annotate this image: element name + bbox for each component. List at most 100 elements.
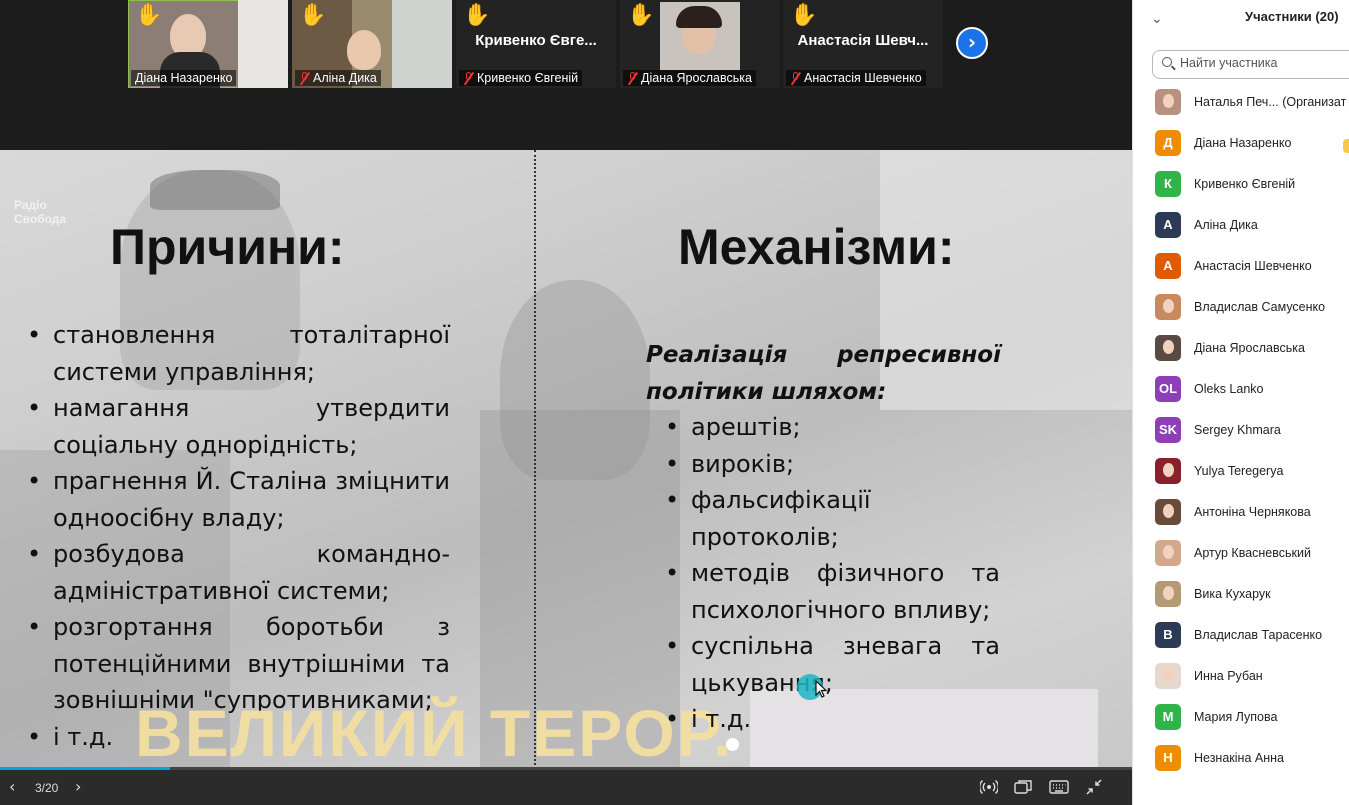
chevron-right-icon[interactable]: › — [956, 27, 988, 59]
avatar-initials: М — [1155, 704, 1181, 730]
watermark: Радіо Свобода — [14, 198, 67, 226]
participant-row[interactable]: В Владислав Тарасенко — [1133, 615, 1349, 656]
avatar-face — [1163, 299, 1174, 313]
participant-row[interactable]: Вика Кухарук — [1133, 574, 1349, 615]
slide-dot — [726, 738, 739, 751]
mic-muted-icon — [463, 71, 474, 85]
window-icon[interactable] — [1014, 779, 1032, 798]
video-background — [392, 0, 452, 88]
participant-name: Кривенко Євге... — [475, 32, 597, 49]
avatar-initials: SK — [1155, 417, 1181, 443]
participant-row[interactable]: Н Незнакіна Анна — [1133, 738, 1349, 779]
video-tile-4[interactable]: ✋ Анастасія Шевч... Анастасія Шевченко — [783, 0, 943, 88]
participant-row[interactable]: А Аліна Дика — [1133, 205, 1349, 246]
broadcast-icon[interactable] — [979, 779, 999, 798]
avatar-face — [1163, 504, 1174, 518]
avatar-initials: Н — [1155, 745, 1181, 771]
left-heading: Причини: — [110, 219, 345, 275]
avatar — [1155, 294, 1181, 320]
avatar-initials: А — [1155, 253, 1181, 279]
participant-name: Кривенко Євгеній — [1194, 177, 1296, 191]
list-item: арештів; — [665, 409, 1000, 446]
video-tile-label: Анастасія Шевченко — [786, 70, 926, 86]
column-divider — [534, 150, 536, 770]
participant-name: Вика Кухарук — [1194, 587, 1271, 601]
raised-hand-icon: ✋ — [627, 3, 655, 28]
participant-name: Незнакіна Анна — [1194, 751, 1284, 765]
participant-row[interactable]: Діана Ярославська — [1133, 328, 1349, 369]
search-icon — [1162, 57, 1172, 67]
participants-panel: ⌄ Участники (20) Наталья Печ... (Организ… — [1132, 0, 1349, 805]
avatar-face — [1163, 668, 1174, 682]
photo-cap — [150, 170, 280, 210]
list-item: розбудова командно-адміністративної сист… — [27, 536, 450, 609]
avatar-initials: OL — [1155, 376, 1181, 402]
video-tile-3[interactable]: ✋ Діана Ярославська — [620, 0, 780, 88]
participant-row[interactable]: Антоніна Чернякова — [1133, 492, 1349, 533]
avatar-initials: К — [1155, 171, 1181, 197]
video-tile-label: Діана Назаренко — [131, 70, 237, 86]
participant-name: Наталья Печ... (Организат — [1194, 95, 1347, 109]
list-item: намагання утвердити соціальну однорідніс… — [27, 390, 450, 463]
slide-banner: ВЕЛИКИЙ ТЕРОР. — [135, 696, 734, 770]
avatar — [1155, 458, 1181, 484]
participant-row[interactable]: Наталья Печ... (Организат — [1133, 82, 1349, 123]
participant-row[interactable]: К Кривенко Євгеній — [1133, 164, 1349, 205]
list-item: фальсифікації протоколів; — [665, 482, 1000, 555]
video-tile-label: Аліна Дика — [295, 70, 381, 86]
participant-search[interactable] — [1152, 50, 1349, 79]
participant-row[interactable]: Д Діана Назаренко — [1133, 123, 1349, 164]
participant-face — [347, 30, 381, 70]
causes-list: становлення тоталітарної системи управлі… — [27, 317, 450, 755]
presentation-toolbar: ‹ 3/20 › — [0, 770, 1132, 805]
avatar — [1155, 540, 1181, 566]
video-tile-label: Діана Ярославська — [623, 70, 756, 86]
video-tile-0[interactable]: ✋ Діана Назаренко — [128, 0, 288, 88]
meeting-stage: ✋ Діана Назаренко ✋ Аліна Дика ✋ Кривенк… — [0, 0, 1132, 805]
video-tile-2[interactable]: ✋ Кривенко Євге... Кривенко Євгеній — [456, 0, 616, 88]
list-item: становлення тоталітарної системи управлі… — [27, 317, 450, 390]
avatar-face — [1163, 463, 1174, 477]
mic-muted-icon — [299, 71, 310, 85]
keyboard-icon[interactable] — [1049, 780, 1069, 797]
raised-hand-icon: ✋ — [463, 3, 491, 28]
mechanisms-list: арештів; вироків; фальсифікації протокол… — [665, 409, 1000, 738]
avatar — [1155, 581, 1181, 607]
participant-name: Аліна Дика — [1194, 218, 1258, 232]
participant-row[interactable]: Владислав Самусенко — [1133, 287, 1349, 328]
participant-row[interactable]: М Мария Лупова — [1133, 697, 1349, 738]
video-background — [238, 0, 288, 88]
video-tile-1[interactable]: ✋ Аліна Дика — [292, 0, 452, 88]
participant-row[interactable]: Yulya Teregerya — [1133, 451, 1349, 492]
participant-name: Анастасія Шевченко — [1194, 259, 1312, 273]
list-item: прагнення Й. Сталіна зміцнити одноосібну… — [27, 463, 450, 536]
avatar-face — [1163, 94, 1174, 108]
raised-hand-icon: ✋ — [135, 3, 163, 28]
avatar-face — [1163, 340, 1174, 354]
list-item: методів фізичного та психологічного впли… — [665, 555, 1000, 628]
mic-muted-icon — [627, 71, 638, 85]
participant-name: Oleks Lanko — [1194, 382, 1264, 396]
search-input[interactable] — [1180, 56, 1349, 70]
avatar-face — [1163, 586, 1174, 600]
right-heading: Механізми: — [678, 219, 955, 275]
participant-row[interactable]: Инна Рубан — [1133, 656, 1349, 697]
participant-name: Инна Рубан — [1194, 669, 1263, 683]
chevron-right-icon[interactable]: › — [75, 779, 81, 795]
chevron-left-icon[interactable]: ‹ — [9, 779, 15, 795]
participant-name: Антоніна Чернякова — [1194, 505, 1311, 519]
participant-row[interactable]: OL Oleks Lanko — [1133, 369, 1349, 410]
avatar-face — [1163, 545, 1174, 559]
avatar-initials: В — [1155, 622, 1181, 648]
participant-row[interactable]: Артур Квасневський — [1133, 533, 1349, 574]
list-item: вироків; — [665, 446, 1000, 483]
participant-row[interactable]: SK Sergey Khmara — [1133, 410, 1349, 451]
participant-row[interactable]: А Анастасія Шевченко — [1133, 246, 1349, 287]
participant-name: Владислав Тарасенко — [1194, 628, 1323, 642]
mic-muted-icon — [790, 71, 801, 85]
exit-fullscreen-icon[interactable] — [1086, 779, 1102, 798]
participant-hair — [676, 6, 722, 28]
list-item: суспільна зневага та цькування; — [665, 628, 1000, 701]
participant-name: Діана Ярославська — [1194, 341, 1305, 355]
chevron-down-icon[interactable]: ⌄ — [1151, 10, 1163, 27]
